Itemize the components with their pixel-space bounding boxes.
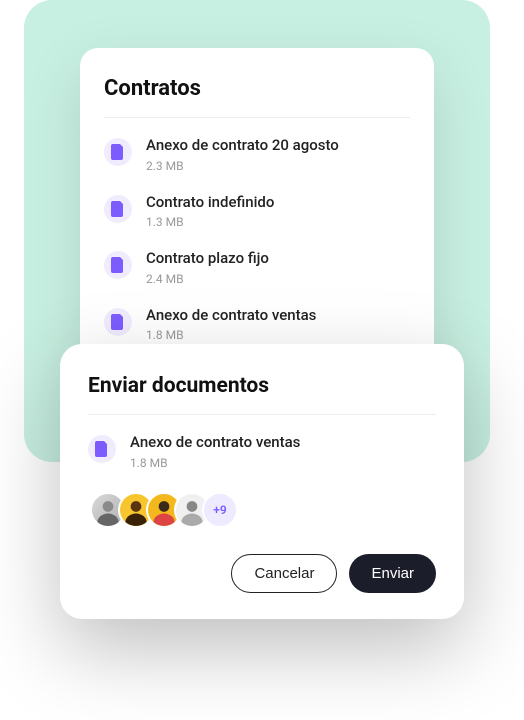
contracts-card: Contratos Anexo de contrato 20 agosto 2.… — [80, 48, 434, 382]
file-row[interactable]: Contrato plazo fijo 2.4 MB — [104, 249, 410, 286]
file-name: Contrato indefinido — [146, 193, 410, 213]
send-documents-card: Enviar documentos Anexo de contrato vent… — [60, 344, 464, 619]
document-icon — [104, 251, 132, 279]
document-icon — [88, 435, 116, 463]
file-name: Anexo de contrato ventas — [146, 306, 410, 326]
file-size: 1.8 MB — [146, 328, 410, 342]
recipients-avatars: +9 — [88, 492, 436, 528]
document-icon — [104, 308, 132, 336]
document-icon — [104, 195, 132, 223]
send-title: Enviar documentos — [88, 374, 436, 398]
avatar-more-count[interactable]: +9 — [202, 492, 238, 528]
file-size: 1.8 MB — [130, 456, 436, 470]
divider — [88, 414, 436, 415]
file-name: Contrato plazo fijo — [146, 249, 410, 269]
file-row[interactable]: Anexo de contrato ventas 1.8 MB — [88, 433, 436, 470]
file-row[interactable]: Contrato indefinido 1.3 MB — [104, 193, 410, 230]
file-size: 2.4 MB — [146, 272, 410, 286]
contracts-title: Contratos — [104, 76, 410, 101]
file-row[interactable]: Anexo de contrato 20 agosto 2.3 MB — [104, 136, 410, 173]
send-button[interactable]: Enviar — [349, 554, 436, 593]
divider — [104, 117, 410, 118]
document-icon — [104, 138, 132, 166]
file-row[interactable]: Anexo de contrato ventas 1.8 MB — [104, 306, 410, 343]
file-size: 1.3 MB — [146, 215, 410, 229]
file-name: Anexo de contrato ventas — [130, 433, 436, 453]
file-size: 2.3 MB — [146, 159, 410, 173]
actions-row: Cancelar Enviar — [88, 554, 436, 593]
file-name: Anexo de contrato 20 agosto — [146, 136, 410, 156]
cancel-button[interactable]: Cancelar — [231, 554, 337, 593]
